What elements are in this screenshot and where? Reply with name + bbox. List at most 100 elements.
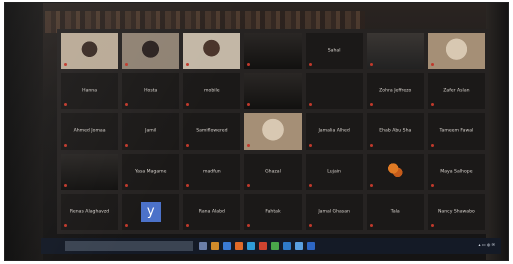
participant-tile[interactable] <box>427 33 485 70</box>
participant-name: Renas Alaghavzd <box>69 209 110 215</box>
participant-tile[interactable]: Tameem Fawal <box>427 113 485 150</box>
participant-name: mobile <box>204 88 220 94</box>
participant-tile[interactable]: mobile <box>183 73 241 110</box>
muted-mic-icon <box>308 63 312 67</box>
muted-mic-icon <box>369 183 373 187</box>
zoom-icon[interactable] <box>283 242 291 250</box>
muted-mic-icon <box>308 103 312 107</box>
participant-video <box>244 73 302 110</box>
muted-mic-icon <box>64 103 67 107</box>
participant-name: Hosta <box>144 88 158 94</box>
participant-tile[interactable]: Maya Salhope <box>427 153 485 190</box>
participant-name: madfun <box>203 169 221 175</box>
task-view-icon[interactable] <box>199 242 207 250</box>
participant-tile[interactable] <box>366 153 424 190</box>
participant-tile[interactable]: Yasa Magame <box>122 153 180 190</box>
participant-tile[interactable]: Fahtak <box>244 193 302 230</box>
participant-name: Fahtak <box>265 209 281 215</box>
muted-mic-icon <box>125 103 129 107</box>
participant-tile[interactable]: Hosta <box>122 73 180 110</box>
participant-tile[interactable] <box>244 73 302 110</box>
participant-tile[interactable] <box>244 113 302 150</box>
muted-mic-icon <box>247 223 251 227</box>
participant-name: Rana Alabd <box>198 209 225 215</box>
taskbar-search-box[interactable] <box>65 241 193 251</box>
participant-video <box>183 33 241 70</box>
app-icon[interactable] <box>235 242 243 250</box>
participant-tile[interactable] <box>122 33 180 70</box>
screen-bezel-right <box>486 3 508 260</box>
file-explorer-icon[interactable] <box>211 242 219 250</box>
participant-video <box>61 33 119 70</box>
muted-mic-icon <box>186 143 190 147</box>
participant-tile[interactable]: Ghazal <box>244 153 302 190</box>
participant-tile[interactable] <box>183 33 241 70</box>
app-icon-2[interactable] <box>307 242 315 250</box>
participant-tile[interactable]: Jamal Ghasan <box>305 193 363 230</box>
participant-tile[interactable]: Samiflowered <box>183 113 241 150</box>
muted-mic-icon <box>369 223 373 227</box>
participant-tile[interactable]: y <box>122 193 180 230</box>
muted-mic-icon <box>247 183 251 187</box>
participant-video <box>244 33 302 70</box>
muted-mic-icon <box>64 143 67 147</box>
windows-taskbar: ▴ ▭ ◍ ✉ <box>41 238 501 254</box>
participant-tile[interactable]: Renas Alaghavzd <box>61 193 119 230</box>
participant-tile[interactable]: Jamalia Alhed <box>305 113 363 150</box>
muted-mic-icon <box>430 103 434 107</box>
participant-name: Jamalia Alhed <box>318 128 350 134</box>
browser-icon[interactable] <box>223 242 231 250</box>
participant-name: Tala <box>390 209 400 215</box>
participant-video <box>427 33 485 70</box>
participant-video <box>244 113 302 150</box>
participant-tile[interactable] <box>61 33 119 70</box>
participant-name: Nancy Shawabo <box>438 209 475 215</box>
participant-name: Jamal Ghasan <box>318 209 350 215</box>
participant-name: Samiflowered <box>196 128 228 134</box>
muted-mic-icon <box>186 103 190 107</box>
muted-mic-icon <box>308 143 312 147</box>
participant-name: Ehab Abu Sha <box>379 128 412 134</box>
system-tray[interactable]: ▴ ▭ ◍ ✉ <box>479 242 495 247</box>
participant-name: Yasa Magame <box>134 169 167 175</box>
participant-name: Hanna <box>82 88 98 94</box>
participant-tile[interactable] <box>305 73 363 110</box>
store-icon[interactable] <box>247 242 255 250</box>
participant-name: Zohra Jeffrezo <box>379 88 412 94</box>
muted-mic-icon <box>369 103 373 107</box>
participant-name: Maya Salhope <box>440 169 473 175</box>
participant-tile[interactable]: Rana Alabd <box>183 193 241 230</box>
participant-avatar <box>386 161 405 178</box>
participant-name: Ghazal <box>265 169 281 175</box>
participant-name: Jamil <box>145 128 157 134</box>
muted-mic-icon <box>125 223 129 227</box>
muted-mic-icon <box>64 223 67 227</box>
participant-tile[interactable]: Sahal <box>305 33 363 70</box>
muted-mic-icon <box>186 183 190 187</box>
participant-tile[interactable] <box>61 153 119 190</box>
participant-tile[interactable]: Tala <box>366 193 424 230</box>
participant-tile[interactable] <box>244 33 302 70</box>
muted-mic-icon <box>430 223 434 227</box>
chrome-icon[interactable] <box>271 242 279 250</box>
participant-tile[interactable] <box>366 33 424 70</box>
participant-tile[interactable]: Zafer Aslan <box>427 73 485 110</box>
participant-tile[interactable]: Hanna <box>61 73 119 110</box>
muted-mic-icon <box>430 143 434 147</box>
laptop-screen-photo: Sahal Hanna Hosta mobile Zohra Jeffrezo Zafer… <box>4 2 509 261</box>
screen-bezel-left <box>5 3 43 260</box>
participant-tile[interactable]: Lujain <box>305 153 363 190</box>
participant-name: Zafer Aslan <box>443 88 470 94</box>
participant-name: Lujain <box>327 169 341 175</box>
participant-tile[interactable]: Ahmed Jomaa <box>61 113 119 150</box>
participant-tile[interactable]: Ehab Abu Sha <box>366 113 424 150</box>
word-icon[interactable] <box>295 242 303 250</box>
participant-tile[interactable]: madfun <box>183 153 241 190</box>
participant-tile[interactable]: Jamil <box>122 113 180 150</box>
muted-mic-icon <box>430 183 434 187</box>
participant-tile[interactable]: Nancy Shawabo <box>427 193 485 230</box>
video-call-grid: Sahal Hanna Hosta mobile Zohra Jeffrezo Zafer… <box>57 29 489 234</box>
mail-icon[interactable] <box>259 242 267 250</box>
muted-mic-icon <box>308 223 312 227</box>
participant-tile[interactable]: Zohra Jeffrezo <box>366 73 424 110</box>
